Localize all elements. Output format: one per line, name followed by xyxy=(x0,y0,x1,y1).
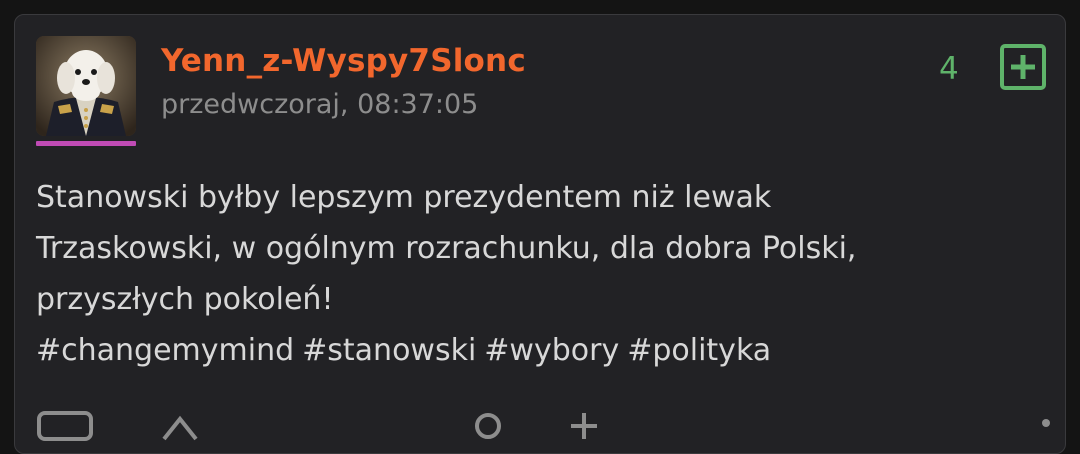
post-body-line: Trzaskowski, w ogólnym rozrachunku, dla … xyxy=(36,231,857,266)
bookmark-icon[interactable] xyxy=(567,411,601,441)
post-body: Stanowski byłby lepszym prezydentem niż … xyxy=(36,172,1036,376)
comment-icon[interactable] xyxy=(37,411,93,441)
plus-button[interactable] xyxy=(1000,44,1046,90)
avatar-underline xyxy=(36,141,136,146)
more-options-icon[interactable] xyxy=(1039,411,1053,441)
tag-link[interactable]: #wybory xyxy=(484,333,619,368)
tag-link[interactable]: #polityka xyxy=(627,333,771,368)
post-card: Yenn_z-Wyspy7Slonc przedwczoraj, 08:37:0… xyxy=(14,14,1066,454)
author-name[interactable]: Yenn_z-Wyspy7Slonc xyxy=(161,43,526,79)
tag-link[interactable]: #changemymind xyxy=(36,333,294,368)
post-body-line: przyszłych pokoleń! xyxy=(36,282,334,317)
plus-icon xyxy=(1011,55,1035,79)
post-actions-bar xyxy=(15,405,1067,445)
favorite-icon[interactable] xyxy=(473,411,503,441)
tag-link[interactable]: #stanowski xyxy=(302,333,476,368)
post-body-line: Stanowski byłby lepszym prezydentem niż … xyxy=(36,180,772,215)
tag-list: #changemymind #stanowski #wybory #polityka xyxy=(36,325,1036,376)
maltese-dog-avatar-icon xyxy=(36,36,136,136)
avatar[interactable] xyxy=(36,36,136,136)
share-icon[interactable] xyxy=(160,411,200,441)
post-timestamp[interactable]: przedwczoraj, 08:37:05 xyxy=(161,89,478,120)
vote-count: 4 xyxy=(939,51,959,87)
